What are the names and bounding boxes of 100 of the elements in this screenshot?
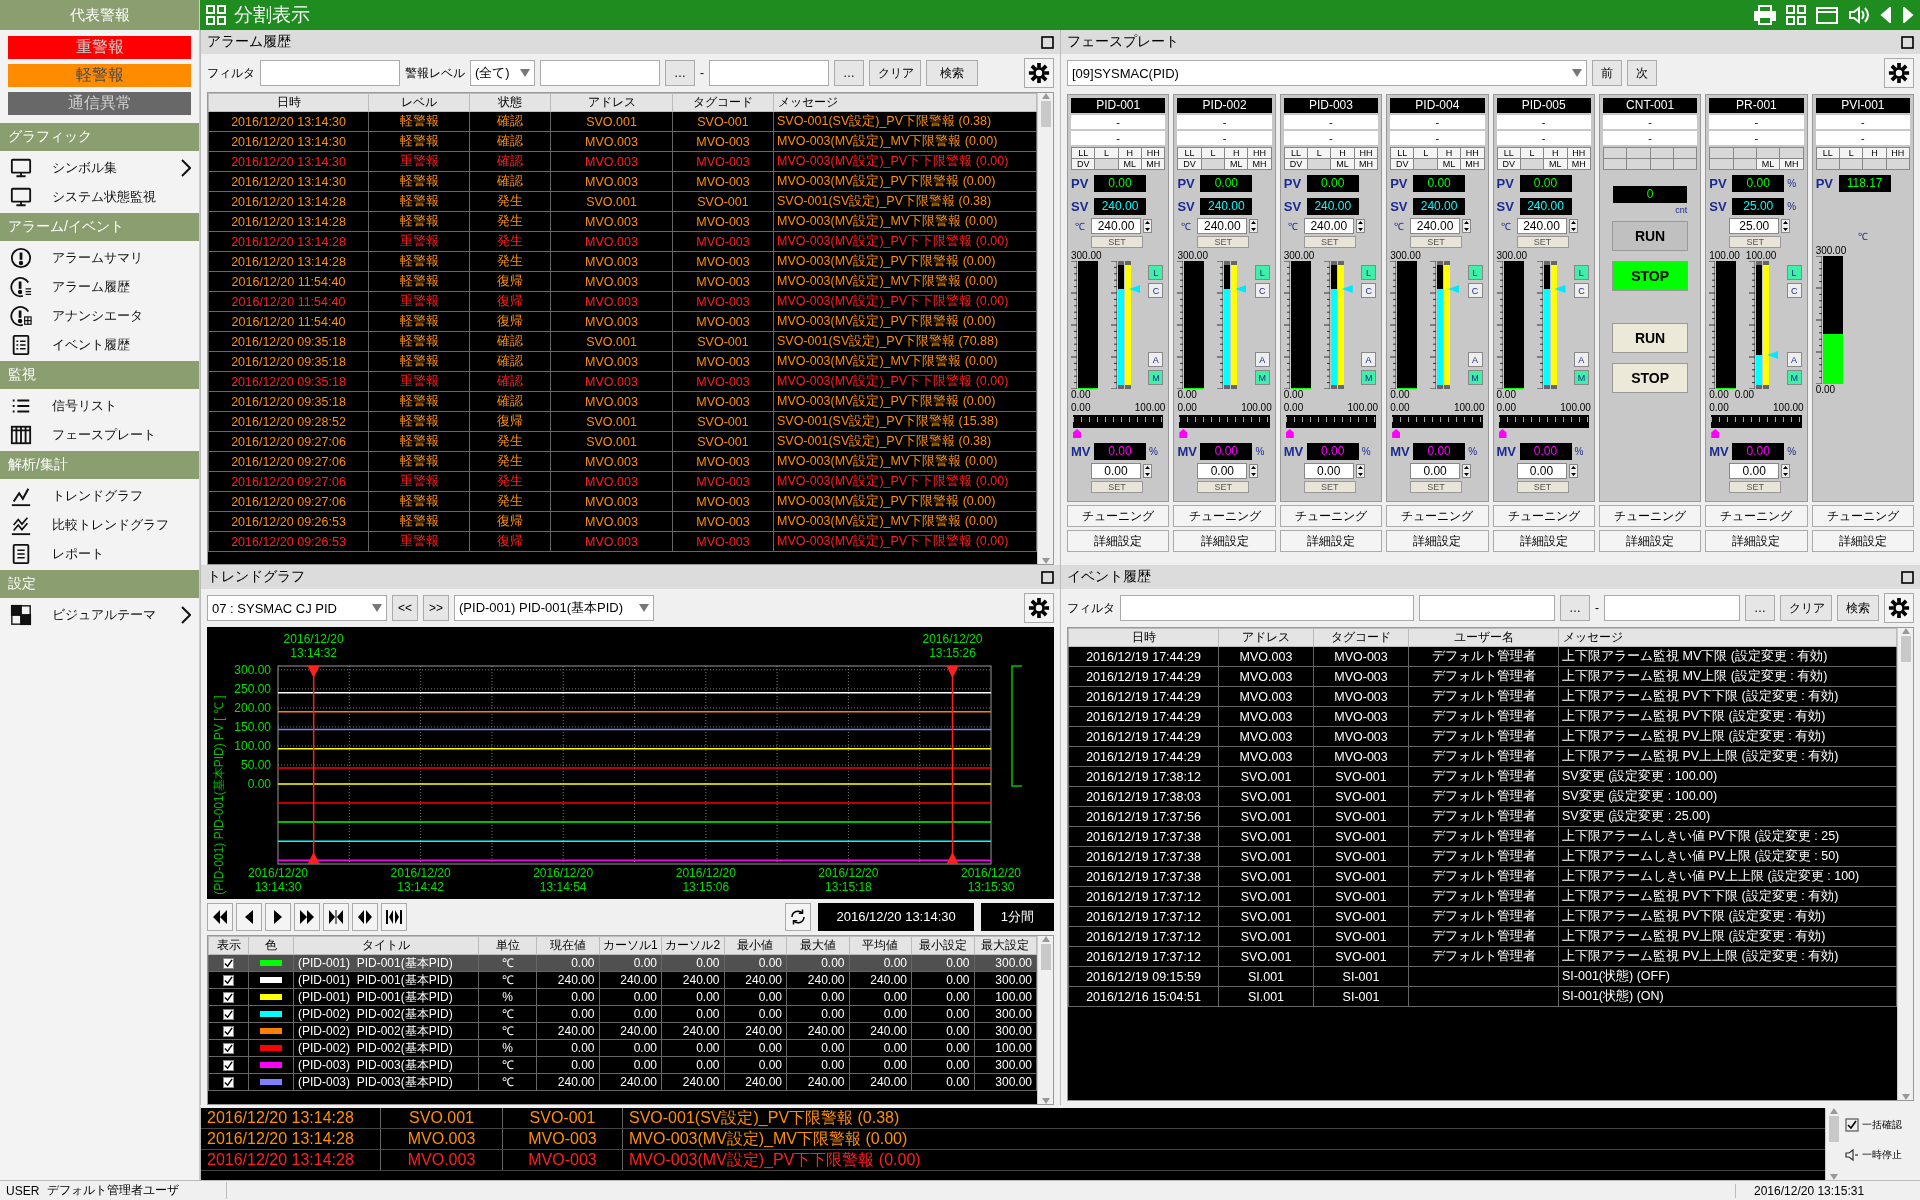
- plate-button[interactable]: 詳細設定: [1173, 530, 1276, 552]
- menu-item[interactable]: 比較トレンドグラフ: [0, 510, 199, 539]
- plate-button[interactable]: チューニング: [1492, 505, 1595, 527]
- next-button[interactable]: >>: [423, 595, 450, 621]
- mode-button[interactable]: L: [1254, 265, 1270, 280]
- number-field[interactable]: 0.00: [1197, 463, 1248, 479]
- mode-button[interactable]: A: [1361, 352, 1377, 367]
- plate-button[interactable]: チューニング: [1811, 505, 1914, 527]
- number-field[interactable]: 0.00: [1303, 463, 1354, 479]
- menu-item[interactable]: ビジュアルテーマ: [0, 600, 199, 629]
- set-button[interactable]: SET: [1729, 481, 1782, 493]
- set-button[interactable]: SET: [1410, 236, 1463, 248]
- menu-item[interactable]: アラーム履歴: [0, 272, 199, 301]
- number-field[interactable]: 240.00: [1197, 218, 1248, 234]
- set-button[interactable]: SET: [1091, 481, 1143, 493]
- mode-button[interactable]: A: [1148, 352, 1164, 367]
- plate-button[interactable]: チューニング: [1598, 505, 1702, 527]
- status-indicator[interactable]: RUN: [1611, 221, 1689, 251]
- number-field[interactable]: 25.00: [1729, 218, 1780, 234]
- menu-item[interactable]: アラームサマリ: [0, 243, 199, 272]
- plate-button[interactable]: 詳細設定: [1598, 530, 1702, 552]
- alarm-lamp[interactable]: 通信異常: [8, 92, 191, 115]
- number-field[interactable]: 0.00: [1729, 463, 1780, 479]
- status-indicator[interactable]: STOP: [1611, 261, 1689, 291]
- source-dropdown[interactable]: 07 : SYSMAC CJ PID: [207, 595, 387, 621]
- search-button[interactable]: 検索: [926, 60, 978, 86]
- number-field[interactable]: 0.00: [1091, 463, 1141, 479]
- previous-button[interactable]: <<: [392, 595, 418, 621]
- plate-button[interactable]: 詳細設定: [1492, 530, 1595, 552]
- set-button[interactable]: SET: [1410, 481, 1463, 493]
- clear-button[interactable]: クリア: [869, 60, 921, 86]
- plate-button[interactable]: チューニング: [1279, 505, 1383, 527]
- picker-button[interactable]: …: [1745, 595, 1775, 621]
- menu-item[interactable]: フェースプレート: [0, 420, 199, 449]
- plate-button[interactable]: チューニング: [1386, 505, 1489, 527]
- previous-button[interactable]: 前: [1592, 60, 1622, 86]
- mode-button[interactable]: L: [1361, 265, 1377, 280]
- number-field[interactable]: 240.00: [1303, 218, 1354, 234]
- set-button[interactable]: SET: [1197, 236, 1250, 248]
- plate-button[interactable]: チューニング: [1173, 505, 1276, 527]
- mode-button[interactable]: M: [1573, 370, 1589, 385]
- command-button[interactable]: STOP: [1611, 363, 1689, 393]
- mode-button[interactable]: A: [1254, 352, 1270, 367]
- mode-button[interactable]: C: [1786, 283, 1802, 298]
- set-button[interactable]: SET: [1516, 481, 1569, 493]
- command-button[interactable]: RUN: [1611, 323, 1689, 353]
- group-dropdown[interactable]: [09]SYSMAC(PID): [1067, 60, 1587, 86]
- plate-button[interactable]: 詳細設定: [1705, 530, 1808, 552]
- set-button[interactable]: SET: [1303, 481, 1356, 493]
- mode-button[interactable]: L: [1786, 265, 1802, 280]
- mode-button[interactable]: L: [1573, 265, 1589, 280]
- menu-item[interactable]: アナンシエータ: [0, 301, 199, 330]
- search-button[interactable]: 検索: [1837, 595, 1879, 621]
- menu-item[interactable]: 信号リスト: [0, 391, 199, 420]
- plate-button[interactable]: 詳細設定: [1279, 530, 1383, 552]
- menu-item[interactable]: レポート: [0, 539, 199, 568]
- mode-button[interactable]: A: [1786, 352, 1802, 367]
- picker-button[interactable]: …: [834, 60, 864, 86]
- mode-button[interactable]: C: [1573, 283, 1589, 298]
- table-cell: 発生: [469, 431, 551, 452]
- mode-button[interactable]: M: [1786, 370, 1802, 385]
- number-field[interactable]: 240.00: [1516, 218, 1567, 234]
- mode-button[interactable]: L: [1467, 265, 1483, 280]
- set-button[interactable]: SET: [1091, 236, 1143, 248]
- plate-button[interactable]: チューニング: [1067, 505, 1170, 527]
- set-button[interactable]: SET: [1303, 236, 1356, 248]
- number-field[interactable]: 0.00: [1410, 463, 1461, 479]
- plate-button[interactable]: 詳細設定: [1386, 530, 1489, 552]
- mode-button[interactable]: C: [1467, 283, 1483, 298]
- mode-button[interactable]: C: [1361, 283, 1377, 298]
- menu-item[interactable]: トレンドグラフ: [0, 481, 199, 510]
- mode-button[interactable]: M: [1361, 370, 1377, 385]
- menu-item[interactable]: シンボル集: [0, 153, 199, 182]
- plate-button[interactable]: 詳細設定: [1067, 530, 1170, 552]
- set-button[interactable]: SET: [1197, 481, 1250, 493]
- alarm-lamp[interactable]: 軽警報: [8, 64, 191, 87]
- mode-button[interactable]: L: [1148, 265, 1164, 280]
- clear-button[interactable]: クリア: [1780, 595, 1832, 621]
- plate-button[interactable]: 詳細設定: [1811, 530, 1914, 552]
- mode-button[interactable]: M: [1467, 370, 1483, 385]
- scale-label: 100.00: [1560, 402, 1591, 413]
- menu-item[interactable]: イベント履歴: [0, 330, 199, 359]
- mode-button[interactable]: M: [1254, 370, 1270, 385]
- plate-button[interactable]: チューニング: [1705, 505, 1808, 527]
- picker-button[interactable]: …: [1560, 595, 1590, 621]
- mode-button[interactable]: A: [1467, 352, 1483, 367]
- picker-button[interactable]: …: [665, 60, 695, 86]
- level-dropdown[interactable]: (全て): [470, 60, 535, 86]
- mode-button[interactable]: C: [1148, 283, 1164, 298]
- menu-item[interactable]: システム状態監視: [0, 182, 199, 211]
- mode-button[interactable]: C: [1254, 283, 1270, 298]
- set-button[interactable]: SET: [1516, 236, 1569, 248]
- next-button[interactable]: 次: [1627, 60, 1657, 86]
- number-field[interactable]: 240.00: [1410, 218, 1461, 234]
- mode-button[interactable]: A: [1573, 352, 1589, 367]
- series-dropdown[interactable]: (PID-001) PID-001(基本PID): [454, 595, 655, 621]
- set-button[interactable]: SET: [1729, 236, 1782, 248]
- number-field[interactable]: 0.00: [1516, 463, 1567, 479]
- mode-button[interactable]: M: [1148, 370, 1164, 385]
- number-field[interactable]: 240.00: [1091, 218, 1141, 234]
